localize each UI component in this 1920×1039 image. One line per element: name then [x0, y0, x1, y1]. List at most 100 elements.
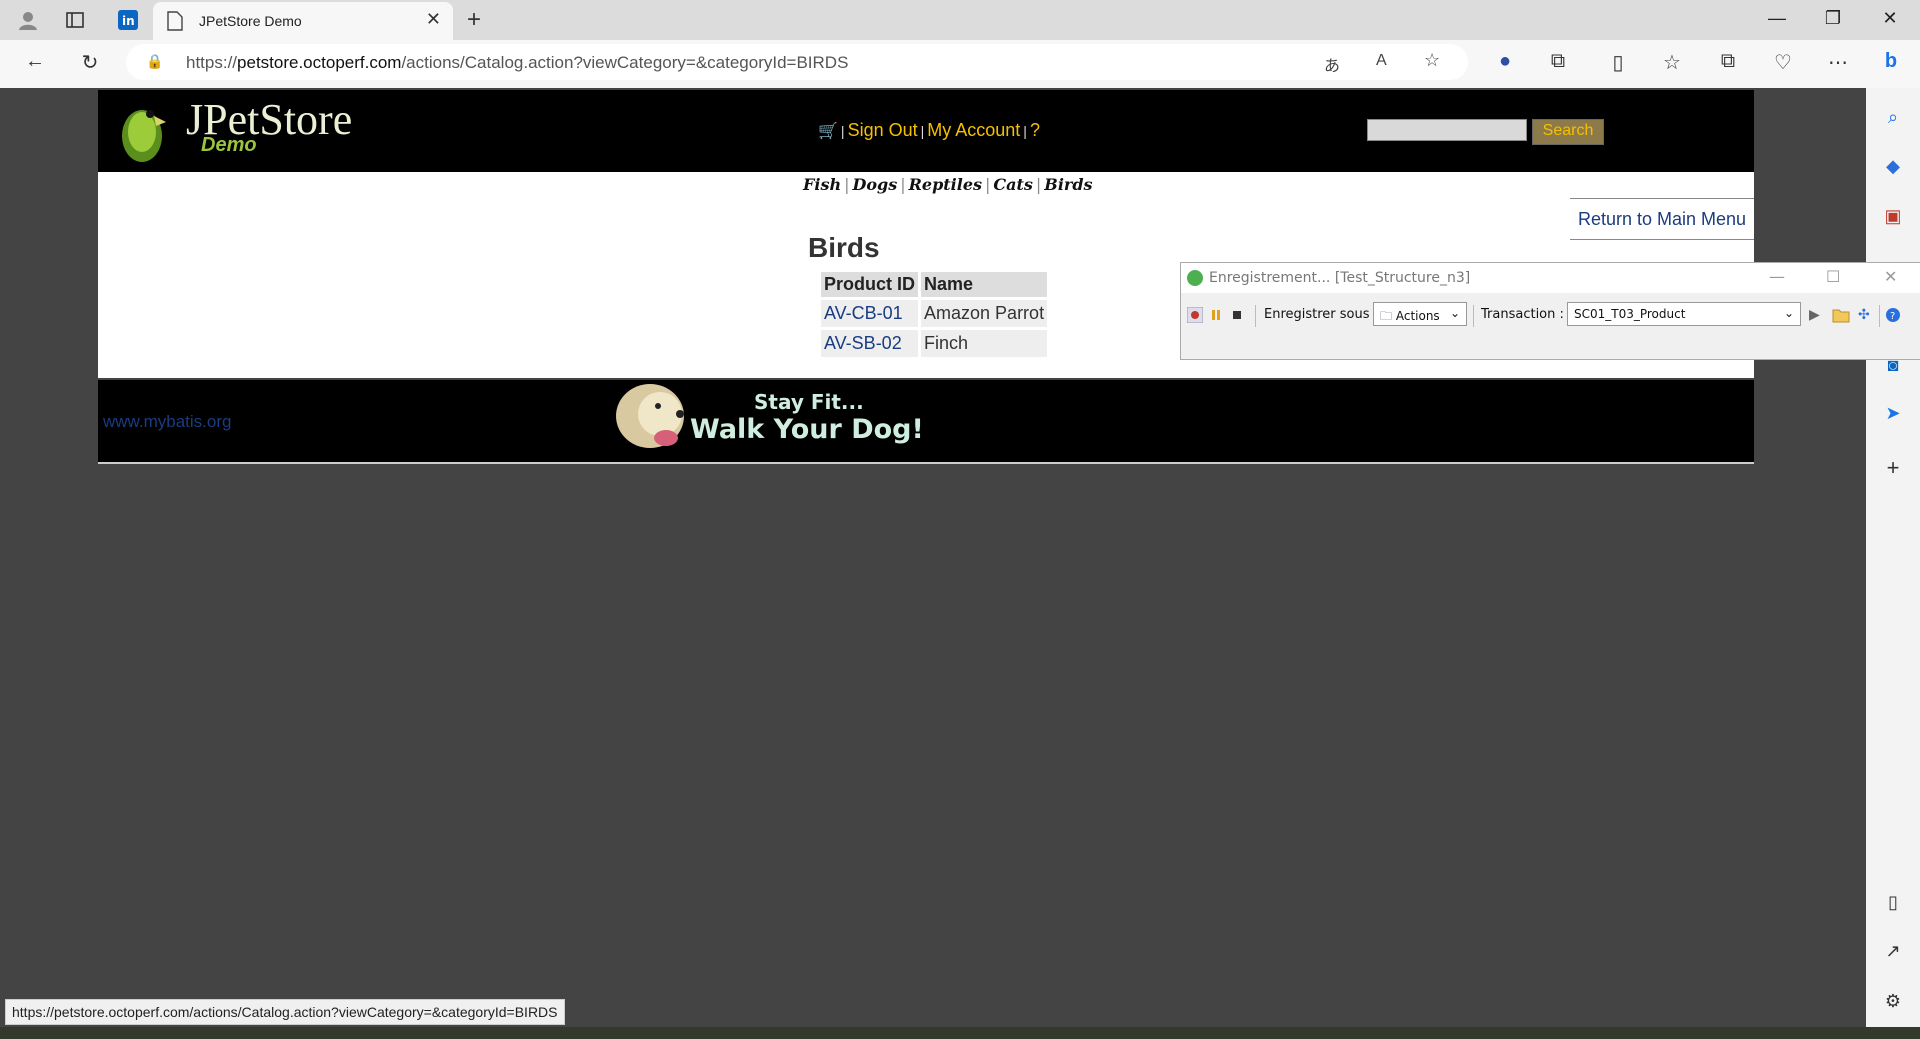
web-page: JPetStore Demo 🛒 | Sign Out | My Account |? S… — [5, 88, 1866, 1027]
translate-icon[interactable]: あ — [1324, 52, 1340, 76]
recorder-minimize-icon[interactable]: — — [1769, 267, 1785, 286]
return-to-main-menu-link[interactable]: Return to Main Menu — [1570, 198, 1754, 240]
chevron-down-icon: ⌄ — [1783, 306, 1794, 320]
recorder-toolbar: Enregistrer sous : 🗀 Actions ⌄ Transacti… — [1181, 301, 1920, 331]
header-menu: 🛒 | Sign Out | My Account |? — [818, 120, 1040, 140]
status-bar-url: https://petstore.octoperf.com/actions/Ca… — [5, 999, 565, 1025]
new-tab-icon[interactable]: + — [460, 6, 488, 33]
expand-icon[interactable]: ✣ — [1858, 307, 1874, 323]
help-icon[interactable]: ? — [1885, 307, 1901, 323]
transaction-select[interactable]: SC01_T03_Product ⌄ — [1567, 302, 1801, 326]
category-title: Birds — [808, 232, 880, 263]
taskbar — [0, 1027, 1920, 1039]
next-transaction-icon[interactable]: ▶ — [1809, 307, 1825, 323]
split-screen-icon[interactable]: ▯ — [1603, 50, 1633, 75]
divider — [1255, 305, 1256, 327]
dog-icon — [616, 384, 684, 448]
site-footer: www.mybatis.org Stay Fit... Walk Your Do… — [98, 380, 1754, 464]
add-icon[interactable]: + — [1878, 453, 1908, 483]
page-icon — [167, 11, 183, 36]
extension-alien-icon[interactable]: ● — [1490, 50, 1520, 73]
walk-your-dog-banner[interactable]: Stay Fit... Walk Your Dog! — [608, 380, 938, 454]
parrot-logo-icon[interactable] — [114, 96, 170, 164]
shopping-icon[interactable]: ◆ — [1878, 151, 1908, 181]
recorder-window: Enregistrement... [Test_Structure_n3] — … — [1180, 262, 1920, 360]
record-icon[interactable] — [1186, 306, 1204, 324]
save-under-select[interactable]: 🗀 Actions ⌄ — [1373, 302, 1467, 326]
save-under-label: Enregistrer sous : — [1264, 307, 1379, 322]
more-menu-icon[interactable]: ⋯ — [1823, 50, 1853, 75]
send-icon[interactable]: ➤ — [1878, 398, 1908, 428]
search-button[interactable]: Search — [1532, 119, 1604, 145]
quicklink-birds[interactable]: Birds — [1044, 175, 1092, 194]
copilot-icon[interactable]: b — [1876, 50, 1906, 73]
quicklink-fish[interactable]: Fish — [803, 175, 841, 194]
quicklink-reptiles[interactable]: Reptiles — [909, 175, 982, 194]
logo-sub-text: Demo — [201, 134, 257, 156]
close-window-icon[interactable]: ✕ — [1875, 8, 1905, 29]
open-folder-icon[interactable] — [1832, 307, 1850, 323]
minimize-icon[interactable]: — — [1762, 8, 1792, 29]
column-header-name: Name — [921, 272, 1048, 297]
search-icon[interactable]: ⌕ — [1878, 102, 1908, 132]
divider — [1879, 305, 1880, 327]
cart-icon[interactable]: 🛒 — [818, 123, 838, 140]
product-id-link[interactable]: AV-CB-01 — [824, 303, 903, 323]
banner-line-1: Stay Fit... — [754, 390, 864, 414]
favorites-icon[interactable]: ☆ — [1657, 50, 1687, 75]
transaction-label: Transaction : — [1481, 307, 1564, 322]
quicklink-cats[interactable]: Cats — [993, 175, 1033, 194]
column-header-product-id: Product ID — [821, 272, 919, 297]
recorder-close-icon[interactable]: ✕ — [1884, 267, 1897, 286]
read-aloud-icon[interactable]: A — [1376, 52, 1387, 70]
lock-icon[interactable]: 🔒 — [146, 53, 163, 70]
svg-text:in: in — [122, 14, 135, 28]
address-bar: ← ↻ 🔒 https://petstore.octoperf.com/acti… — [0, 40, 1920, 88]
my-account-link[interactable]: My Account — [927, 120, 1020, 140]
close-tab-icon[interactable]: ✕ — [426, 9, 441, 30]
tab-bar: in JPetStore Demo ✕ + — ❐ ✕ — [0, 0, 1920, 40]
settings-gear-icon[interactable]: ⚙ — [1878, 986, 1908, 1016]
chevron-down-icon: ⌄ — [1449, 306, 1460, 320]
table-row: AV-SB-02 Finch — [821, 330, 1048, 357]
category-quicklinks: Fish | Dogs | Reptiles | Cats | Birds — [803, 175, 1093, 194]
sign-out-link[interactable]: Sign Out — [848, 120, 918, 140]
help-link[interactable]: ? — [1030, 120, 1040, 140]
banner-line-2: Walk Your Dog! — [690, 414, 924, 445]
product-name: Finch — [921, 330, 1048, 357]
back-icon[interactable]: ← — [20, 50, 50, 73]
external-link-icon[interactable]: ↗ — [1878, 936, 1908, 966]
refresh-icon[interactable]: ↻ — [75, 50, 105, 75]
divider — [1473, 305, 1474, 327]
recorder-maximize-icon[interactable]: ☐ — [1826, 267, 1840, 286]
url-field[interactable]: 🔒 https://petstore.octoperf.com/actions/… — [126, 44, 1468, 80]
stop-icon[interactable] — [1229, 307, 1245, 323]
product-id-link[interactable]: AV-SB-02 — [824, 333, 902, 353]
edge-sidebar: ⌕ ◆ ▣ ◙ ➤ + ▯ ↗ ⚙ — [1866, 88, 1920, 1039]
folder-icon: 🗀 — [1380, 309, 1393, 323]
mybatis-link[interactable]: www.mybatis.org — [103, 412, 231, 432]
linkedin-icon[interactable]: in — [114, 8, 142, 32]
search-input[interactable] — [1367, 119, 1527, 141]
tab-actions-icon[interactable] — [61, 8, 89, 32]
url-text: https://petstore.octoperf.com/actions/Ca… — [186, 53, 849, 72]
pause-icon[interactable] — [1208, 307, 1224, 323]
profile-icon[interactable] — [14, 8, 42, 32]
active-tab[interactable]: JPetStore Demo ✕ — [153, 2, 453, 40]
site-header: JPetStore Demo 🛒 | Sign Out | My Account |? S… — [98, 90, 1754, 172]
product-table: Product ID Name AV-CB-01 Amazon Parrot A… — [818, 269, 1050, 360]
svg-text:?: ? — [1890, 311, 1895, 322]
restore-icon[interactable]: ❐ — [1818, 8, 1848, 29]
recorder-titlebar[interactable]: Enregistrement... [Test_Structure_n3] — … — [1181, 263, 1920, 293]
favorite-star-icon[interactable]: ☆ — [1424, 50, 1440, 71]
recorder-title: Enregistrement... [Test_Structure_n3] — [1209, 270, 1471, 286]
quicklink-dogs[interactable]: Dogs — [852, 175, 897, 194]
table-row: AV-CB-01 Amazon Parrot — [821, 300, 1048, 327]
tools-icon[interactable]: ▣ — [1878, 201, 1908, 231]
browser-essentials-icon[interactable]: ♡ — [1768, 50, 1798, 75]
tab-title: JPetStore Demo — [199, 13, 302, 29]
sidebar-toggle-icon[interactable]: ▯ — [1878, 887, 1908, 917]
table-header-row: Product ID Name — [821, 272, 1048, 297]
extensions-icon[interactable]: ⧉ — [1543, 50, 1573, 73]
collections-icon[interactable]: ⧉ — [1713, 50, 1743, 73]
